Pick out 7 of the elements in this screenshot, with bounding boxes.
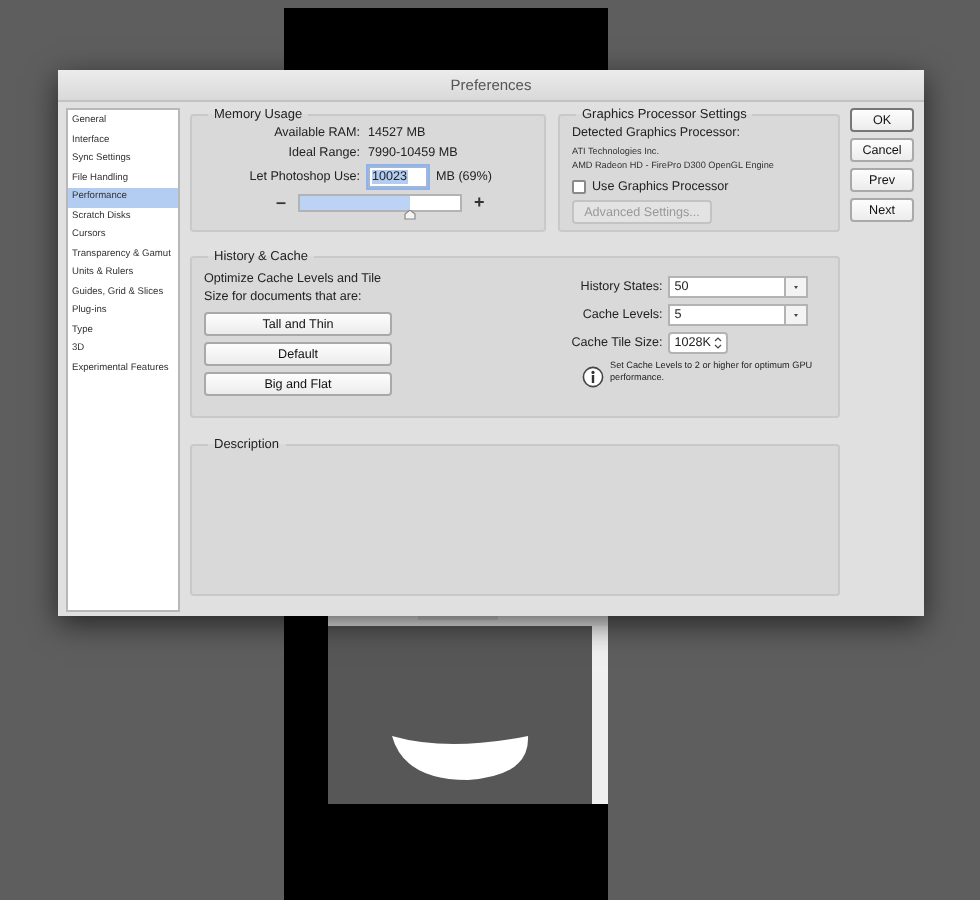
updown-arrow-icon (714, 336, 723, 350)
increase-button[interactable]: + (474, 192, 485, 212)
caret-icon (784, 278, 807, 296)
caret-icon (784, 306, 807, 324)
decrease-button[interactable]: – (276, 192, 287, 212)
checkbox[interactable] (572, 180, 586, 194)
info-icon (582, 366, 604, 388)
